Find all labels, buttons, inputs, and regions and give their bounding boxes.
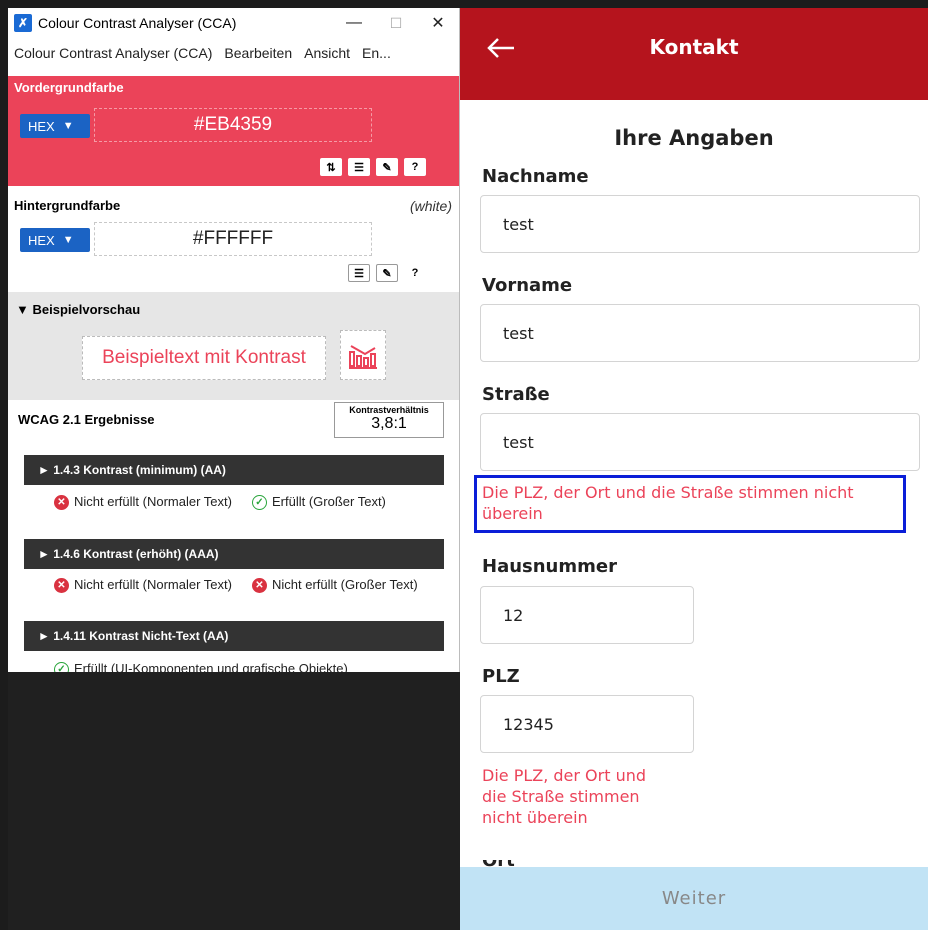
foreground-format-select[interactable]: HEX ▼ xyxy=(20,114,90,138)
sample-text-box: Beispieltext mit Kontrast xyxy=(82,336,326,380)
chart-icon xyxy=(349,345,377,369)
contrast-ratio-box: Kontrastverhältnis 3,8:1 xyxy=(334,402,444,438)
nachname-input[interactable]: test xyxy=(480,195,920,253)
plz-error-line: Die PLZ, der Ort und xyxy=(482,766,647,785)
help-icon[interactable]: ? xyxy=(404,264,426,282)
foreground-hex-input[interactable]: #EB4359 xyxy=(94,108,372,142)
desktop-background xyxy=(8,672,460,930)
background-format-value: HEX xyxy=(28,232,55,248)
color-sliders-icon[interactable]: ☰ xyxy=(348,158,370,176)
cca-app-icon: ✗ xyxy=(14,14,32,32)
color-sliders-icon[interactable]: ☰ xyxy=(348,264,370,282)
result-text: Nicht erfüllt (Normaler Text) xyxy=(74,577,232,592)
background-label: Hintergrundfarbe xyxy=(14,198,121,213)
cca-titlebar[interactable]: ✗ Colour Contrast Analyser (CCA) — ☐ ✕ xyxy=(8,8,459,38)
criterion-1-4-6-header[interactable]: ► 1.4.6 Kontrast (erhöht) (AAA) xyxy=(24,539,444,569)
criterion-1-4-6-normal-text-result: ✕ Nicht erfüllt (Normaler Text) xyxy=(54,578,234,593)
frame-edge-top xyxy=(0,0,928,8)
plz-label: PLZ xyxy=(482,666,520,687)
section-heading: Ihre Angaben xyxy=(614,126,774,150)
criterion-1-4-11-result: ✓ Erfüllt (UI-Komponenten und grafische … xyxy=(54,662,454,672)
criterion-1-4-11-header[interactable]: ► 1.4.11 Kontrast Nicht-Text (AA) xyxy=(24,621,444,651)
strasse-input[interactable]: test xyxy=(480,413,920,471)
fail-icon: ✕ xyxy=(252,578,267,593)
window-title: Colour Contrast Analyser (CCA) xyxy=(38,15,237,31)
vorname-label: Vorname xyxy=(482,275,573,296)
cca-window: ✗ Colour Contrast Analyser (CCA) — ☐ ✕ C… xyxy=(8,8,460,672)
weiter-button[interactable]: Weiter xyxy=(460,867,928,930)
result-text: Erfüllt (Großer Text) xyxy=(272,494,386,509)
wcag-results-section: WCAG 2.1 Ergebnisse Kontrastverhältnis 3… xyxy=(8,400,459,672)
check-icon: ✓ xyxy=(54,662,69,672)
chevron-down-icon: ▼ xyxy=(62,234,74,246)
page-title: Kontakt xyxy=(649,35,739,59)
sample-preview-section: ▼ Beispielvorschau Beispieltext mit Kont… xyxy=(8,292,459,400)
swap-colors-icon[interactable]: ⇅ xyxy=(320,158,342,176)
frame-edge-left xyxy=(0,0,8,930)
minimize-button[interactable]: — xyxy=(333,14,375,32)
foreground-label: Vordergrundfarbe xyxy=(14,80,124,95)
nachname-label: Nachname xyxy=(482,166,589,187)
menu-item-ansicht[interactable]: Ansicht xyxy=(304,45,350,61)
sample-chart-icon xyxy=(340,330,386,380)
fail-icon: ✕ xyxy=(54,578,69,593)
maximize-button[interactable]: ☐ xyxy=(375,15,417,32)
result-text: Nicht erfüllt (Großer Text) xyxy=(272,577,418,592)
contact-app: Kontakt Ihre Angaben Nachname test Vorna… xyxy=(460,8,928,930)
fail-icon: ✕ xyxy=(54,495,69,510)
sample-preview-toggle[interactable]: ▼ Beispielvorschau xyxy=(16,302,140,317)
strasse-label: Straße xyxy=(482,384,550,405)
plz-input[interactable]: 12345 xyxy=(480,695,694,753)
background-color-name: (white) xyxy=(409,198,452,214)
help-icon[interactable]: ? xyxy=(404,158,426,176)
menu-item-app[interactable]: Colour Contrast Analyser (CCA) xyxy=(14,45,212,61)
criterion-1-4-3-header[interactable]: ► 1.4.3 Kontrast (minimum) (AA) xyxy=(24,455,444,485)
close-button[interactable]: ✕ xyxy=(417,13,459,33)
chevron-down-icon: ▼ xyxy=(62,120,74,132)
plz-error-line: nicht überein xyxy=(482,808,588,827)
hausnummer-label: Hausnummer xyxy=(482,556,617,577)
background-format-select[interactable]: HEX ▼ xyxy=(20,228,90,252)
criterion-1-4-3-normal-text-result: ✕ Nicht erfüllt (Normaler Text) xyxy=(54,495,234,510)
hausnummer-input[interactable]: 12 xyxy=(480,586,694,644)
foreground-format-value: HEX xyxy=(28,118,55,134)
menu-bar: Colour Contrast Analyser (CCA) Bearbeite… xyxy=(8,38,459,68)
error-highlight-box xyxy=(474,475,906,533)
eyedropper-icon[interactable]: ✎ xyxy=(376,158,398,176)
menu-item-more[interactable]: En... xyxy=(362,45,391,61)
criterion-1-4-6-large-text-result: ✕ Nicht erfüllt (Großer Text) xyxy=(252,578,452,593)
eyedropper-icon[interactable]: ✎ xyxy=(376,264,398,282)
background-hex-input[interactable]: #FFFFFF xyxy=(94,222,372,256)
plz-error-line: die Straße stimmen xyxy=(482,787,640,806)
app-bar: Kontakt xyxy=(460,8,928,100)
contrast-ratio-value: 3,8:1 xyxy=(371,415,407,432)
criterion-1-4-3-large-text-result: ✓ Erfüllt (Großer Text) xyxy=(252,495,452,510)
check-icon: ✓ xyxy=(252,495,267,510)
wcag-results-heading: WCAG 2.1 Ergebnisse xyxy=(18,412,155,427)
vorname-input[interactable]: test xyxy=(480,304,920,362)
foreground-section: Vordergrundfarbe HEX ▼ #EB4359 ⇅ ☰ ✎ ? xyxy=(8,76,459,186)
background-section: Hintergrundfarbe (white) HEX ▼ #FFFFFF ☰… xyxy=(8,186,459,292)
result-text: Nicht erfüllt (Normaler Text) xyxy=(74,494,232,509)
plz-error-message: Die PLZ, der Ort und die Straße stimmen … xyxy=(482,765,702,828)
contrast-ratio-label: Kontrastverhältnis xyxy=(349,405,429,415)
result-text: Erfüllt (UI-Komponenten und grafische Ob… xyxy=(74,661,348,673)
menu-item-bearbeiten[interactable]: Bearbeiten xyxy=(224,45,292,61)
